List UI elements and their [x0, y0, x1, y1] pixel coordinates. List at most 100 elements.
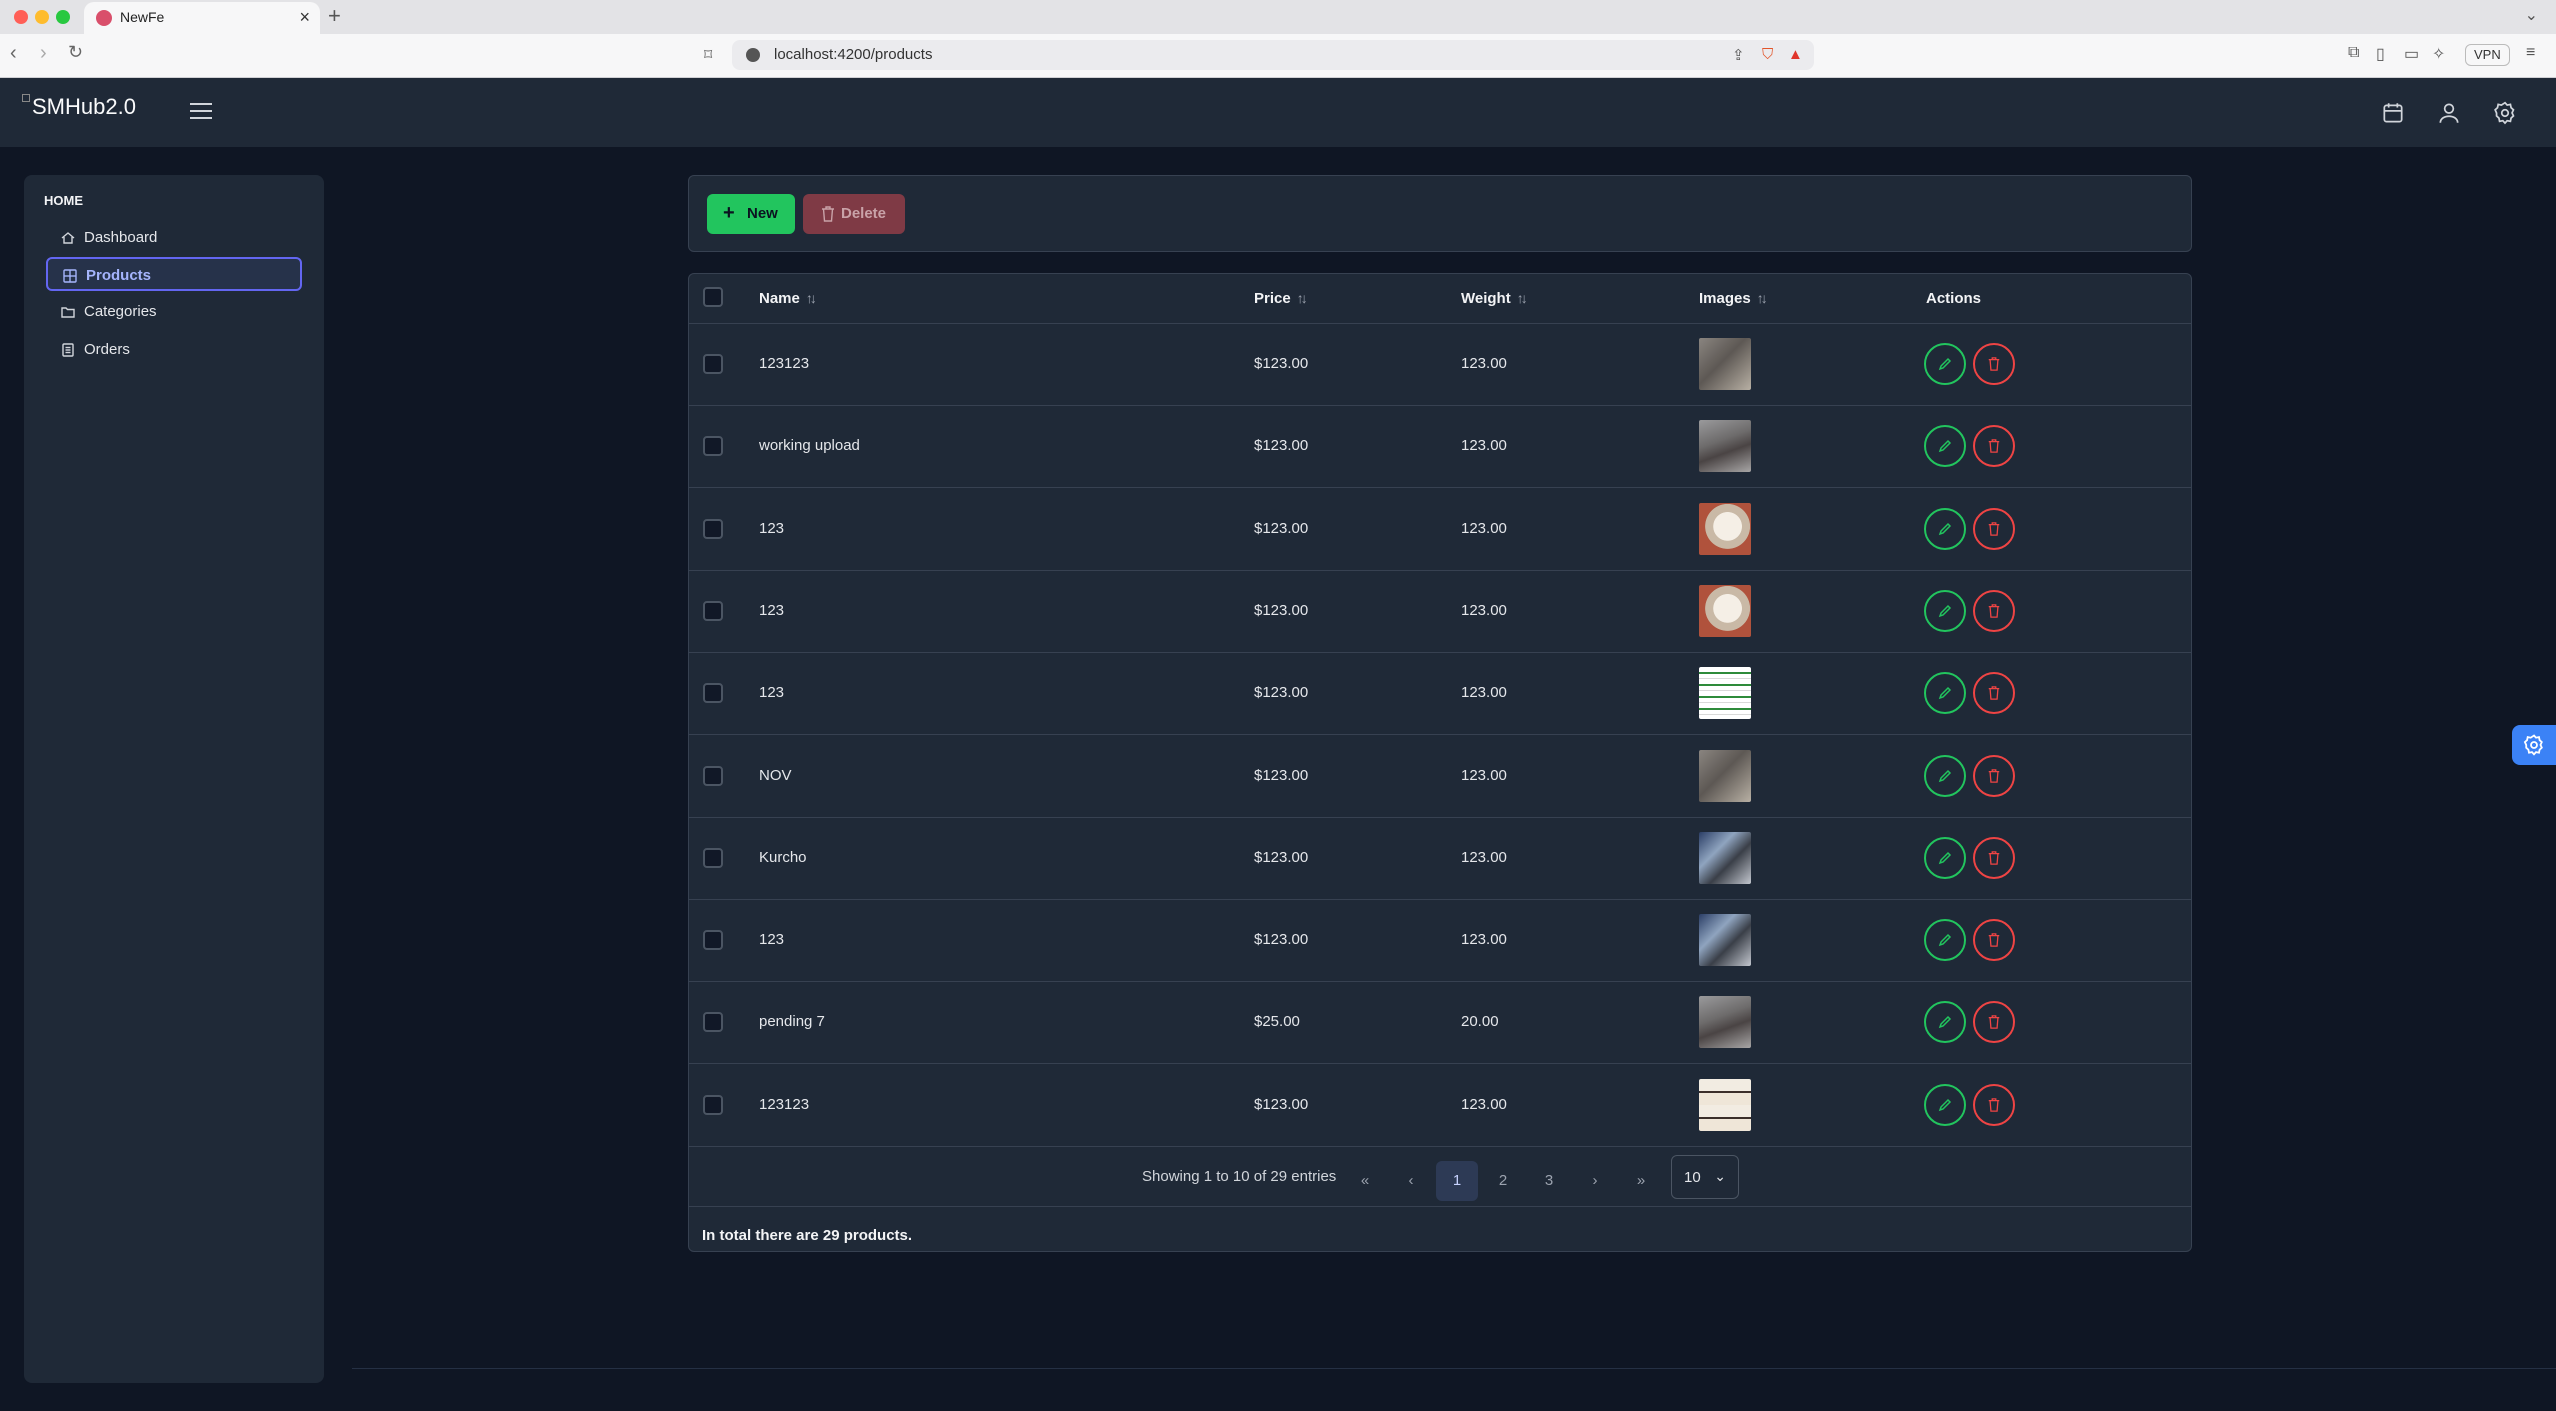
chevron-down-icon[interactable]: ⌄: [2525, 5, 2538, 25]
delete-row-button[interactable]: [1973, 589, 2015, 632]
edit-button[interactable]: [1924, 507, 1966, 550]
sidebar-item-products[interactable]: Products: [46, 257, 302, 291]
product-price: $123.00: [1254, 848, 1309, 866]
product-image-thumbnail[interactable]: [1699, 584, 1751, 637]
edit-button[interactable]: [1924, 672, 1966, 715]
column-header-images[interactable]: Images ↑↓: [1699, 290, 1768, 307]
page-size-value: 10: [1684, 1169, 1701, 1186]
product-image-thumbnail[interactable]: [1699, 914, 1751, 967]
last-page-button[interactable]: »: [1620, 1161, 1662, 1201]
trash-icon: [1988, 768, 2000, 783]
product-image-thumbnail[interactable]: [1699, 831, 1751, 884]
leo-icon[interactable]: ✧: [2432, 44, 2445, 64]
row-checkbox[interactable]: [703, 354, 723, 374]
delete-row-button[interactable]: [1973, 754, 2015, 797]
row-checkbox[interactable]: [703, 847, 723, 868]
sidebar-item-dashboard[interactable]: Dashboard: [46, 221, 302, 255]
page-size-select[interactable]: 10 ⌄: [1671, 1155, 1739, 1199]
page-button-3[interactable]: 3: [1528, 1161, 1570, 1201]
new-button[interactable]: + New: [707, 194, 795, 234]
delete-row-button[interactable]: [1973, 343, 2015, 385]
site-info-icon[interactable]: [746, 48, 760, 62]
product-image-thumbnail[interactable]: [1699, 749, 1751, 802]
vpn-button[interactable]: VPN: [2465, 44, 2510, 66]
delete-row-button[interactable]: [1973, 1001, 2015, 1044]
browser-tab[interactable]: NewFe ×: [84, 2, 320, 34]
delete-row-button[interactable]: [1973, 672, 2015, 715]
product-name: 123: [759, 519, 785, 537]
product-weight: 123.00: [1461, 355, 1507, 372]
first-page-button[interactable]: «: [1344, 1161, 1386, 1201]
close-window-button[interactable]: [14, 10, 28, 24]
config-panel-button[interactable]: [2512, 725, 2556, 765]
share-icon[interactable]: ⇪: [1732, 46, 1745, 64]
bookmark-icon[interactable]: ⌑: [704, 45, 712, 65]
row-checkbox[interactable]: [703, 683, 723, 704]
row-checkbox[interactable]: [703, 930, 723, 951]
brave-rewards-icon[interactable]: ▲: [1788, 46, 1803, 63]
wallet-icon[interactable]: ▭: [2404, 44, 2419, 64]
table-row: 123 $123.00 123.00: [689, 900, 2191, 983]
edit-button[interactable]: [1924, 836, 1966, 879]
page-button-2[interactable]: 2: [1482, 1161, 1524, 1201]
edit-button[interactable]: [1924, 425, 1966, 468]
edit-button[interactable]: [1924, 1001, 1966, 1044]
delete-row-button[interactable]: [1973, 1083, 2015, 1126]
brave-shield-icon[interactable]: ⛉: [1762, 46, 1773, 63]
forward-icon[interactable]: ›: [40, 42, 47, 65]
edit-button[interactable]: [1924, 343, 1966, 385]
delete-row-button[interactable]: [1973, 836, 2015, 879]
url-text: localhost:4200/products: [774, 46, 933, 63]
edit-button[interactable]: [1924, 589, 1966, 632]
prev-page-button[interactable]: ‹: [1390, 1161, 1432, 1201]
row-checkbox[interactable]: [703, 765, 723, 786]
product-image-thumbnail[interactable]: [1699, 996, 1751, 1049]
next-page-button[interactable]: ›: [1574, 1161, 1616, 1201]
minimize-window-button[interactable]: [35, 10, 49, 24]
menu-icon[interactable]: ≡: [2526, 44, 2535, 62]
page-button-1[interactable]: 1: [1436, 1161, 1478, 1201]
row-checkbox[interactable]: [703, 436, 723, 457]
product-image-thumbnail[interactable]: [1699, 502, 1751, 555]
sidebar-item-label: Categories: [84, 303, 157, 320]
footer-divider: [352, 1368, 2556, 1369]
product-image-thumbnail[interactable]: [1699, 338, 1751, 390]
row-checkbox[interactable]: [703, 1012, 723, 1033]
settings-icon[interactable]: [2492, 100, 2518, 126]
row-checkbox[interactable]: [703, 600, 723, 621]
edit-button[interactable]: [1924, 919, 1966, 962]
address-bar[interactable]: localhost:4200/products ⇪ ⛉ ▲: [732, 40, 1814, 70]
extensions-icon[interactable]: ⧉: [2348, 44, 2359, 62]
hamburger-menu-icon[interactable]: [190, 103, 212, 124]
pencil-icon: [1938, 934, 1952, 947]
column-header-weight[interactable]: Weight ↑↓: [1461, 290, 1528, 307]
delete-button[interactable]: Delete: [803, 194, 905, 234]
row-checkbox[interactable]: [703, 1094, 723, 1115]
sidebar-icon[interactable]: ▯: [2376, 44, 2385, 64]
pencil-icon: [1938, 522, 1952, 535]
calendar-icon[interactable]: [2380, 100, 2406, 126]
product-image-thumbnail[interactable]: [1699, 667, 1751, 720]
row-checkbox[interactable]: [703, 518, 723, 539]
sidebar-item-orders[interactable]: Orders: [46, 333, 302, 367]
column-header-name[interactable]: Name ↑↓: [759, 290, 817, 307]
delete-button-label: Delete: [841, 205, 887, 222]
maximize-window-button[interactable]: [56, 10, 70, 24]
table-row: 123 $123.00 123.00: [689, 653, 2191, 736]
column-header-price[interactable]: Price ↑↓: [1254, 290, 1308, 307]
edit-button[interactable]: [1924, 1083, 1966, 1126]
select-all-checkbox[interactable]: [703, 287, 723, 307]
product-image-thumbnail[interactable]: [1699, 420, 1751, 473]
product-image-thumbnail[interactable]: [1699, 1078, 1751, 1131]
back-icon[interactable]: ‹: [10, 42, 17, 65]
sidebar-item-categories[interactable]: Categories: [46, 295, 302, 329]
logo[interactable]: SMHub2.0: [22, 94, 136, 120]
delete-row-button[interactable]: [1973, 425, 2015, 468]
reload-icon[interactable]: ↻: [68, 42, 83, 63]
new-tab-icon[interactable]: +: [328, 3, 341, 29]
edit-button[interactable]: [1924, 754, 1966, 797]
delete-row-button[interactable]: [1973, 919, 2015, 962]
user-icon[interactable]: [2436, 100, 2462, 126]
close-tab-icon[interactable]: ×: [299, 7, 310, 28]
delete-row-button[interactable]: [1973, 507, 2015, 550]
